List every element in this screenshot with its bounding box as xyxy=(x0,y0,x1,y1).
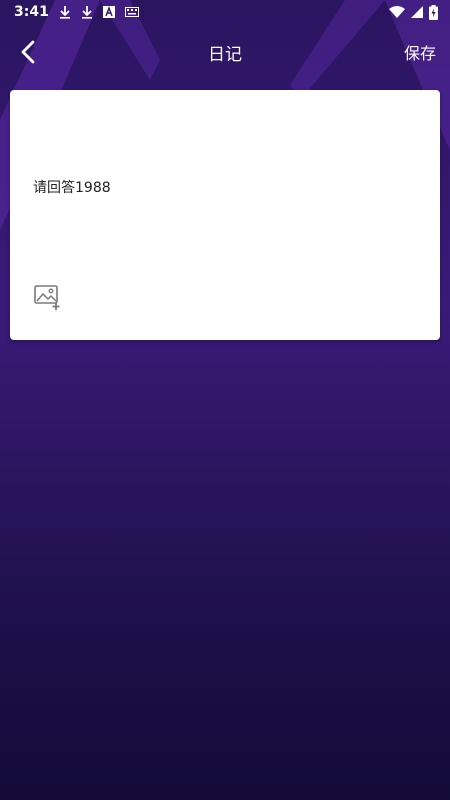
diary-text-input[interactable]: 请回答1988 xyxy=(33,177,111,197)
download-icon xyxy=(59,5,71,19)
status-bar: 3:41 xyxy=(0,0,450,24)
page-title: 日记 xyxy=(208,44,242,65)
add-image-button[interactable] xyxy=(33,283,63,311)
battery-charging-icon xyxy=(429,4,438,20)
add-image-icon xyxy=(34,285,60,310)
save-button[interactable]: 保存 xyxy=(404,40,436,64)
wifi-icon xyxy=(389,6,405,18)
app-bar: 日记 保存 xyxy=(0,30,450,74)
keyboard-icon xyxy=(124,7,139,17)
download-icon xyxy=(81,5,93,19)
status-left: 3:41 xyxy=(14,4,139,20)
back-button[interactable] xyxy=(12,36,44,68)
signal-icon xyxy=(411,6,423,18)
font-a-icon xyxy=(102,6,115,18)
diary-card: 请回答1988 xyxy=(10,90,440,340)
chevron-left-icon xyxy=(21,40,35,64)
status-right xyxy=(389,4,438,20)
status-time: 3:41 xyxy=(14,4,49,20)
